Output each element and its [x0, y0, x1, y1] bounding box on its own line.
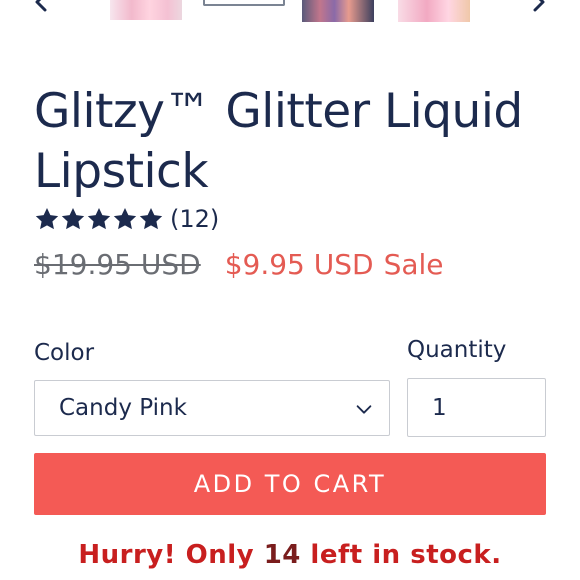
quantity-label: Quantity	[407, 337, 507, 363]
rating-stars	[34, 206, 164, 232]
product-title: Glitzy™ Glitter Liquid Lipstick	[34, 84, 523, 199]
regular-price: $19.95 USD	[34, 247, 201, 281]
product-thumbnail[interactable]	[302, 0, 374, 22]
quantity-input[interactable]	[407, 378, 546, 437]
chevron-down-icon	[353, 398, 375, 420]
stock-notice: Hurry! Only 14 left in stock.	[0, 540, 580, 570]
rating-count[interactable]: (12)	[170, 205, 219, 233]
product-thumbnail[interactable]	[398, 0, 470, 22]
stock-notice-suffix: left in stock.	[300, 540, 502, 570]
add-to-cart-button[interactable]: ADD TO CART	[34, 453, 546, 515]
sale-price: $9.95 USD	[224, 247, 374, 281]
star-icon	[60, 206, 86, 232]
chevron-right-icon[interactable]	[526, 0, 550, 14]
star-icon	[138, 206, 164, 232]
stock-notice-prefix: Hurry! Only	[78, 540, 264, 570]
star-icon	[86, 206, 112, 232]
color-select[interactable]: Candy Pink	[34, 380, 390, 436]
product-thumbnail-selected[interactable]	[203, 0, 285, 6]
product-thumbnail[interactable]	[110, 0, 182, 20]
stock-count: 14	[263, 540, 301, 570]
sale-badge: Sale	[383, 247, 444, 281]
chevron-left-icon[interactable]	[30, 0, 54, 14]
product-rating[interactable]: (12)	[34, 203, 219, 235]
price-row: $19.95 USD $9.95 USD Sale	[34, 244, 444, 284]
color-label: Color	[34, 340, 95, 366]
thumbnail-strip	[0, 0, 580, 26]
color-select-value: Candy Pink	[59, 395, 187, 421]
product-page: Glitzy™ Glitter Liquid Lipstick (12) $19…	[0, 0, 580, 580]
star-icon	[112, 206, 138, 232]
star-icon	[34, 206, 60, 232]
